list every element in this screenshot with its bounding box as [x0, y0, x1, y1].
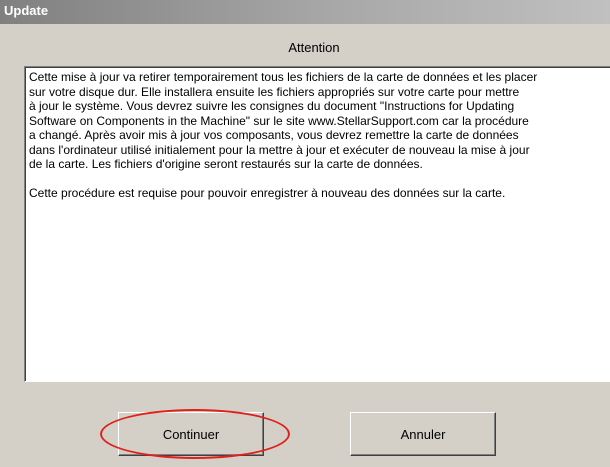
cancel-button[interactable]: Annuler [350, 412, 496, 456]
message-paragraph-1: Cette mise à jour va retirer temporairem… [29, 70, 538, 171]
update-dialog-window: Update Attention Cette mise à jour va re… [0, 0, 610, 467]
window-title: Update [4, 3, 49, 18]
dialog-heading: Attention [288, 40, 340, 55]
message-text-box[interactable]: Cette mise à jour va retirer temporairem… [24, 66, 610, 382]
continue-button[interactable]: Continuer [118, 412, 264, 456]
title-bar[interactable]: Update [0, 0, 610, 24]
message-paragraph-2: Cette procédure est requise pour pouvoir… [29, 185, 506, 200]
